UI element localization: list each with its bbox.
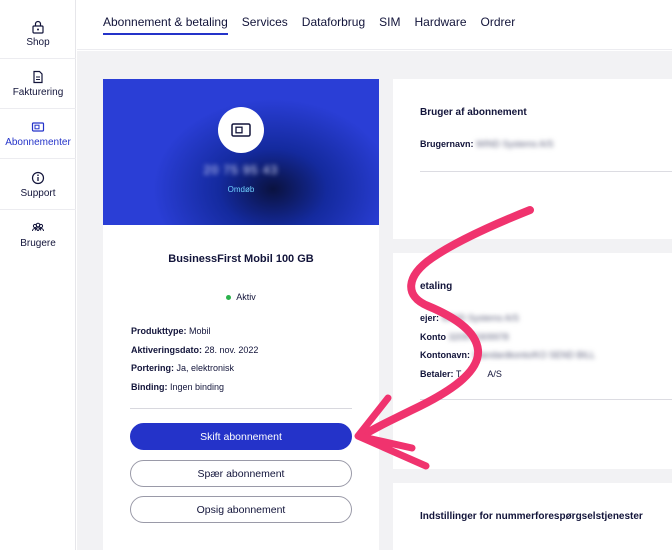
sidebar-item-label: Fakturering (12, 86, 64, 98)
phone-number: 20 75 95 43 (203, 163, 279, 177)
payment-row: ejer: WIND Systems A/S (420, 313, 519, 323)
sim-card-icon (31, 121, 45, 132)
tab-dataforbrug[interactable]: Dataforbrug (302, 15, 365, 35)
detail-label: Aktiveringsdato: (131, 344, 203, 355)
sidebar-item-label: Abonnementer (5, 136, 71, 148)
document-icon (33, 70, 43, 83)
detail-value: 28. nov. 2022 (204, 344, 259, 355)
username-row: Brugernavn: WIND Systems A/S (420, 139, 554, 149)
settings-card: Indstillinger for nummerforespørgselstje… (393, 483, 672, 550)
sim-card-badge (218, 107, 264, 153)
detail-value: Ingen binding (170, 381, 225, 392)
status-badge: Aktiv (103, 292, 379, 302)
tab-hardware[interactable]: Hardware (415, 15, 467, 35)
tab-abonnement-betaling[interactable]: Abonnement & betaling (103, 15, 228, 35)
payment-value: 320970309978 (448, 332, 509, 342)
sidebar-item-fakturering[interactable]: Fakturering (0, 59, 76, 109)
tab-services[interactable]: Services (242, 15, 288, 35)
payment-card: etaling ejer: WIND Systems A/S Konto 320… (393, 253, 672, 469)
detail-label: Portering: (131, 363, 175, 373)
payment-value: A/S (487, 369, 502, 379)
sidebar-item-label: Brugere (20, 238, 56, 249)
divider (130, 408, 352, 409)
users-icon (32, 222, 44, 232)
sidebar: Shop Fakturering Abonnementer Support Br… (0, 0, 76, 550)
payment-card-title: etaling (420, 281, 453, 292)
subscription-card: 20 75 95 43 Omdøb BusinessFirst Mobil 10… (103, 79, 379, 550)
sidebar-item-brugere[interactable]: Brugere (0, 210, 76, 260)
payment-value: Standardkonto/KO SEND BILL (472, 350, 596, 360)
detail-value: Ja, elektronisk (176, 363, 235, 373)
user-card: Bruger af abonnement Brugernavn: WIND Sy… (393, 79, 672, 239)
payment-label: Kontonavn: (420, 350, 470, 360)
block-subscription-button[interactable]: Spær abonnement (130, 460, 352, 487)
payment-label: Konto (420, 332, 446, 342)
change-subscription-button[interactable]: Skift abonnement (130, 423, 352, 450)
payment-label: Betaler: (420, 369, 454, 379)
tab-list: Abonnement & betaling Services Dataforbr… (103, 15, 529, 35)
payment-row: Kontonavn: Standardkonto/KO SEND BILL (420, 350, 595, 360)
detail-row: Aktiveringsdato: 28. nov. 2022 (131, 341, 361, 360)
rename-link[interactable]: Omdøb (103, 185, 379, 194)
payment-value: WIND Systems A/S (441, 313, 520, 323)
tab-ordrer[interactable]: Ordrer (481, 15, 516, 35)
sidebar-item-abonnementer[interactable]: Abonnementer (0, 109, 76, 159)
plan-name: BusinessFirst Mobil 100 GB (168, 253, 314, 265)
sim-card-icon (231, 123, 251, 137)
subscription-details: Produkttype: Mobil Aktiveringsdato: 28. … (131, 322, 361, 396)
payment-row: Betaler: T A/S (420, 369, 502, 379)
detail-label: Produkttype: (131, 326, 187, 336)
divider (420, 171, 672, 172)
cancel-subscription-button[interactable]: Opsig abonnement (130, 496, 352, 523)
lock-bag-icon (32, 20, 44, 34)
detail-row: Produkttype: Mobil (131, 322, 361, 341)
tab-sim[interactable]: SIM (379, 15, 400, 35)
detail-label: Binding: (131, 381, 168, 392)
user-card-title: Bruger af abonnement (420, 107, 527, 118)
detail-value: Mobil (189, 326, 211, 336)
status-dot-icon (226, 295, 232, 301)
username-value: WIND Systems A/S (476, 139, 554, 149)
detail-row: Portering: Ja, elektronisk (131, 359, 361, 378)
sidebar-item-shop[interactable]: Shop (0, 9, 76, 59)
sidebar-item-label: Support (20, 187, 56, 199)
top-tab-bar: Abonnement & betaling Services Dataforbr… (77, 0, 672, 50)
detail-row: Binding: Ingen binding (131, 378, 361, 397)
divider (420, 399, 672, 400)
subscription-hero: 20 75 95 43 Omdøb (103, 79, 379, 225)
payment-label: ejer: (420, 313, 440, 323)
username-label: Brugernavn: (420, 139, 474, 149)
settings-card-title: Indstillinger for nummerforespørgselstje… (420, 511, 643, 522)
info-icon (31, 171, 45, 184)
sidebar-item-label: Shop (26, 36, 50, 48)
payment-value-prefix: T (455, 369, 462, 379)
status-label: Aktiv (236, 292, 256, 302)
payment-row: Konto 320970309978 (420, 332, 509, 342)
sidebar-item-support[interactable]: Support (0, 160, 76, 210)
